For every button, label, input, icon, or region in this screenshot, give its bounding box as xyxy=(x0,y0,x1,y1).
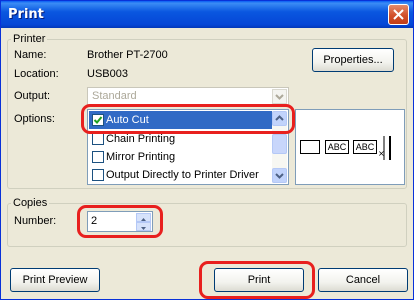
blank-tape-tag xyxy=(300,140,320,154)
increment-button[interactable] xyxy=(136,213,151,222)
option-mirror-printing[interactable]: Mirror Printing xyxy=(89,148,272,166)
window-title: Print xyxy=(8,7,44,22)
print-button[interactable]: Print xyxy=(214,268,304,292)
cancel-label: Cancel xyxy=(345,274,381,286)
cancel-button[interactable]: Cancel xyxy=(318,268,408,292)
scroll-down-button[interactable] xyxy=(272,168,287,183)
name-label: Name: xyxy=(14,49,47,61)
chevron-down-icon xyxy=(275,94,284,100)
printer-group-legend: Printer xyxy=(11,33,48,45)
properties-button-label: Properties... xyxy=(323,54,383,66)
print-label: Print xyxy=(247,274,271,286)
output-select[interactable]: Standard xyxy=(87,87,289,106)
scroll-up-button[interactable] xyxy=(272,111,287,126)
number-label: Number: xyxy=(14,215,57,227)
chevron-down-icon xyxy=(275,173,284,179)
properties-button[interactable]: Properties... xyxy=(312,48,394,72)
options-label: Options: xyxy=(14,113,55,125)
option-label: Output Directly to Printer Driver xyxy=(106,169,259,181)
printer-location: USB003 xyxy=(87,68,128,80)
option-output-directly[interactable]: Output Directly to Printer Driver xyxy=(89,166,272,184)
svg-text:×: × xyxy=(378,149,385,158)
output-value: Standard xyxy=(92,90,137,102)
output-dropdown-button[interactable] xyxy=(272,89,287,104)
option-label: Mirror Printing xyxy=(106,151,176,163)
arrow-down-icon xyxy=(141,227,146,230)
output-label: Output: xyxy=(14,90,51,102)
copies-value[interactable]: 2 xyxy=(91,215,97,227)
preview-tag-1: ABC xyxy=(325,140,349,154)
copies-group-legend: Copies xyxy=(11,197,50,209)
options-list[interactable]: Auto Cut Chain Printing Mirror Printing … xyxy=(87,109,289,185)
option-chain-printing[interactable]: Chain Printing xyxy=(89,130,272,148)
decrement-button[interactable] xyxy=(136,222,151,231)
option-label: Auto Cut xyxy=(106,114,149,126)
close-button[interactable] xyxy=(388,4,409,25)
option-preview: ABC ABC × xyxy=(295,109,405,185)
auto-cut-checkbox[interactable] xyxy=(92,114,104,126)
cut-icon: × xyxy=(378,136,391,160)
scroll-thumb[interactable] xyxy=(272,134,287,154)
option-auto-cut[interactable]: Auto Cut xyxy=(89,111,272,129)
mirror-printing-checkbox[interactable] xyxy=(92,151,104,163)
close-icon xyxy=(393,9,404,20)
copies-spinner[interactable]: 2 xyxy=(87,211,153,232)
printer-name: Brother PT-2700 xyxy=(87,49,168,61)
chevron-up-icon xyxy=(275,115,284,121)
chain-printing-checkbox[interactable] xyxy=(92,133,104,145)
title-bar[interactable]: Print xyxy=(1,1,413,28)
print-dialog: Print Printer Name: Brother PT-2700 Loca… xyxy=(0,0,414,300)
output-directly-checkbox[interactable] xyxy=(92,169,104,181)
option-label: Chain Printing xyxy=(106,133,176,145)
options-scrollbar[interactable] xyxy=(272,111,287,183)
copies-group xyxy=(7,203,407,247)
check-icon xyxy=(93,116,103,124)
preview-tag-2: ABC xyxy=(353,140,377,154)
print-preview-button[interactable]: Print Preview xyxy=(10,268,100,292)
location-label: Location: xyxy=(14,68,59,80)
print-preview-label: Print Preview xyxy=(22,274,88,286)
